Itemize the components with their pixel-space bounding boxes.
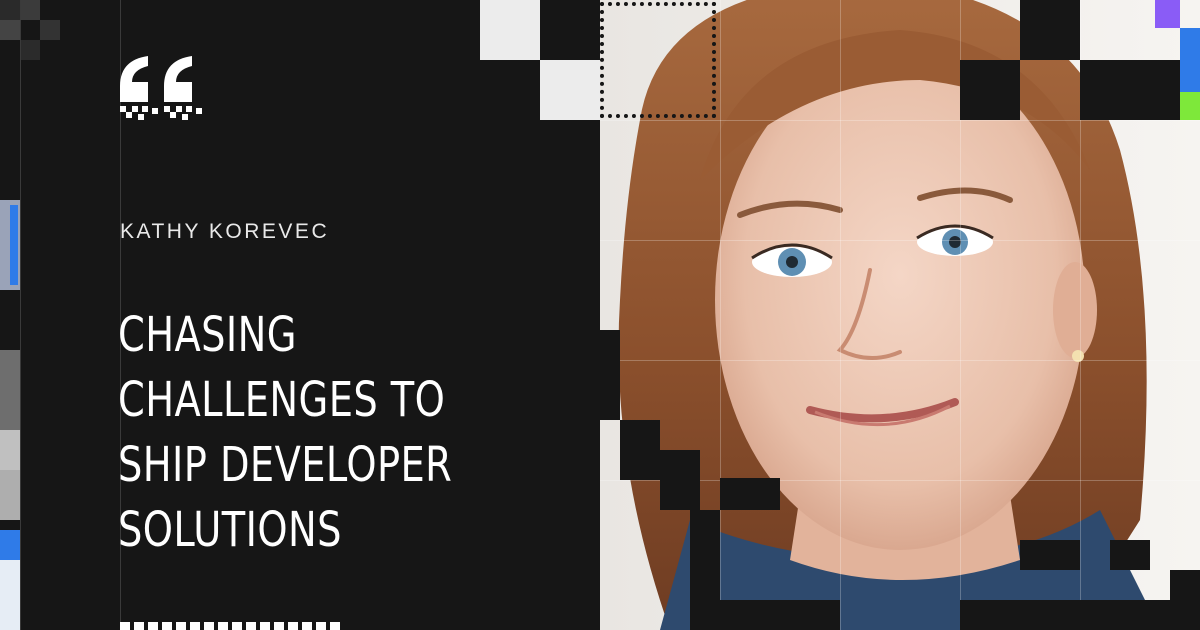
headline-line: SHIP DEVELOPER (118, 437, 453, 493)
speaker-name: KATHY KOREVEC (120, 220, 330, 243)
quotation-mark-icon (120, 56, 202, 120)
left-divider-line (20, 0, 21, 630)
headline-line: CHALLENGES TO (118, 372, 446, 428)
headline-line: CHASING (118, 307, 297, 363)
headline-line: SOLUTIONS (118, 502, 342, 558)
decorative-dash-row (120, 622, 356, 630)
dotted-selection-frame (600, 2, 716, 118)
headline: CHASING CHALLENGES TO SHIP DEVELOPER SOL… (118, 303, 494, 563)
article-card: KATHY KOREVEC CHASING CHALLENGES TO SHIP… (0, 0, 1200, 630)
